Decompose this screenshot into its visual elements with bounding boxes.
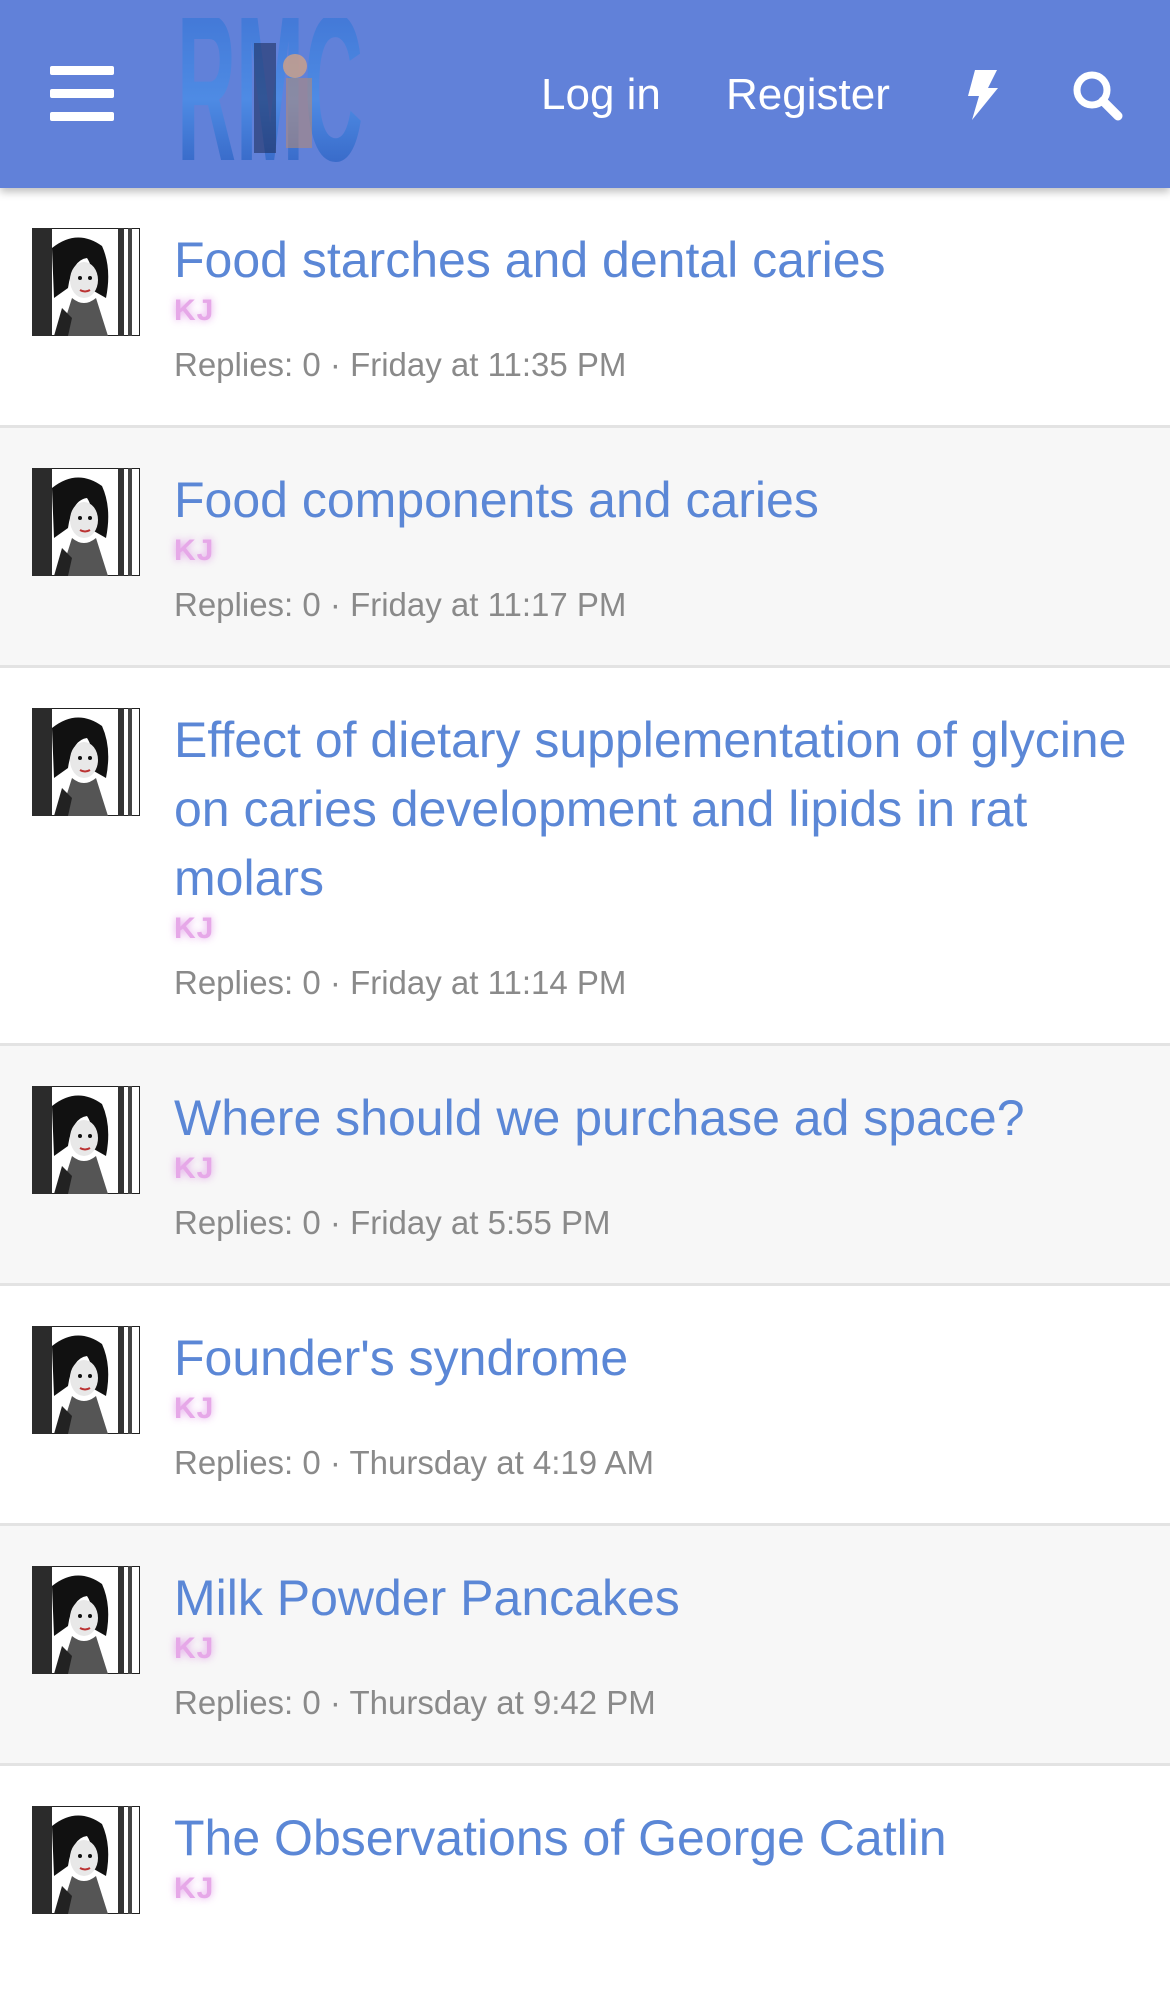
thread-date: Friday at 11:14 PM bbox=[350, 964, 627, 1001]
thread-title-link[interactable]: Food starches and dental caries bbox=[174, 226, 1130, 295]
login-link[interactable]: Log in bbox=[541, 70, 661, 120]
thread-meta: Replies: 0 · Thursday at 9:42 PM bbox=[174, 1681, 1130, 1725]
thread-title-link[interactable]: Food components and caries bbox=[174, 466, 1130, 535]
thread-meta: Replies: 0 · Friday at 11:35 PM bbox=[174, 343, 1130, 387]
thread-date: Friday at 5:55 PM bbox=[350, 1204, 611, 1241]
avatar[interactable] bbox=[32, 1806, 140, 1914]
meta-separator: · bbox=[320, 586, 351, 623]
thread-item[interactable]: Founder's syndrome KJ Replies: 0 · Thurs… bbox=[0, 1286, 1170, 1526]
thread-date: Thursday at 9:42 PM bbox=[349, 1684, 656, 1721]
thread-date: Friday at 11:35 PM bbox=[350, 346, 627, 383]
reply-count: Replies: 0 bbox=[174, 1204, 321, 1241]
thread-author[interactable]: KJ bbox=[174, 531, 1130, 571]
avatar[interactable] bbox=[32, 708, 140, 816]
lightning-bolt-icon[interactable] bbox=[955, 68, 1009, 122]
thread-title-link[interactable]: Where should we purchase ad space? bbox=[174, 1084, 1130, 1153]
thread-item[interactable]: Food components and caries KJ Replies: 0… bbox=[0, 428, 1170, 668]
thread-title-link[interactable]: Effect of dietary supplementation of gly… bbox=[174, 706, 1130, 913]
thread-author[interactable]: KJ bbox=[174, 1149, 1130, 1189]
reply-count: Replies: 0 bbox=[174, 1684, 321, 1721]
thread-date: Thursday at 4:19 AM bbox=[349, 1444, 654, 1481]
thread-author[interactable]: KJ bbox=[174, 1389, 1130, 1429]
thread-meta: Replies: 0 · Friday at 5:55 PM bbox=[174, 1201, 1130, 1245]
meta-separator: · bbox=[320, 1444, 350, 1481]
thread-item[interactable]: Where should we purchase ad space? KJ Re… bbox=[0, 1046, 1170, 1286]
meta-separator: · bbox=[320, 346, 351, 383]
thread-item[interactable]: Effect of dietary supplementation of gly… bbox=[0, 668, 1170, 1046]
avatar[interactable] bbox=[32, 468, 140, 576]
thread-author[interactable]: KJ bbox=[174, 1629, 1130, 1669]
avatar[interactable] bbox=[32, 1086, 140, 1194]
hamburger-menu-icon[interactable] bbox=[50, 66, 114, 122]
thread-item[interactable]: Food starches and dental caries KJ Repli… bbox=[0, 188, 1170, 428]
reply-count: Replies: 0 bbox=[174, 586, 321, 623]
reply-count: Replies: 0 bbox=[174, 1444, 321, 1481]
thread-meta: Replies: 0 · Friday at 11:14 PM bbox=[174, 961, 1130, 1005]
thread-title-link[interactable]: Founder's syndrome bbox=[174, 1324, 1130, 1393]
thread-item[interactable]: The Observations of George Catlin KJ bbox=[0, 1766, 1170, 1947]
thread-title-link[interactable]: The Observations of George Catlin bbox=[174, 1804, 1130, 1873]
reply-count: Replies: 0 bbox=[174, 964, 321, 1001]
thread-list: Food starches and dental caries KJ Repli… bbox=[0, 188, 1170, 1947]
search-icon[interactable] bbox=[1070, 68, 1124, 122]
meta-separator: · bbox=[320, 1204, 351, 1241]
avatar[interactable] bbox=[32, 1566, 140, 1674]
thread-author[interactable]: KJ bbox=[174, 1869, 1130, 1909]
thread-meta: Replies: 0 · Friday at 11:17 PM bbox=[174, 583, 1130, 627]
thread-title-link[interactable]: Milk Powder Pancakes bbox=[174, 1564, 1130, 1633]
meta-separator: · bbox=[320, 964, 351, 1001]
reply-count: Replies: 0 bbox=[174, 346, 321, 383]
thread-meta: Replies: 0 · Thursday at 4:19 AM bbox=[174, 1441, 1130, 1485]
thread-item[interactable]: Milk Powder Pancakes KJ Replies: 0 · Thu… bbox=[0, 1526, 1170, 1766]
avatar[interactable] bbox=[32, 228, 140, 336]
thread-author[interactable]: KJ bbox=[174, 909, 1130, 949]
avatar[interactable] bbox=[32, 1326, 140, 1434]
meta-separator: · bbox=[320, 1684, 350, 1721]
site-logo[interactable]: RMC bbox=[174, 0, 366, 205]
top-navigation-bar: RMC Log in Register bbox=[0, 0, 1170, 205]
thread-author[interactable]: KJ bbox=[174, 291, 1130, 331]
register-link[interactable]: Register bbox=[726, 70, 890, 120]
thread-date: Friday at 11:17 PM bbox=[350, 586, 627, 623]
